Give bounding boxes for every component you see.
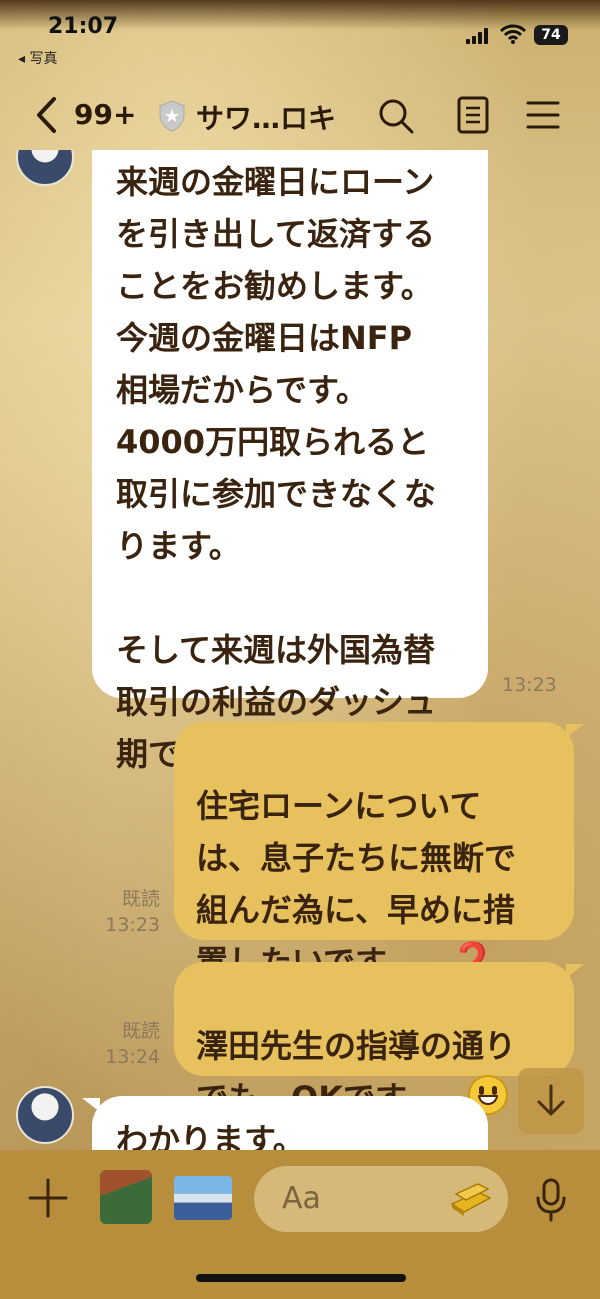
status-bar: 21:07 ◂ 写真 74 [0,0,600,80]
wifi-icon [500,24,526,44]
read-label: 既読 [121,888,160,910]
message-time: 13:23 [502,674,557,696]
mic-icon[interactable] [534,1178,568,1222]
recent-sticker-character[interactable] [100,1170,152,1224]
arrow-down-icon [537,1084,565,1116]
gold-bar-sticker-icon[interactable] [448,1178,494,1220]
message-bubble-incoming[interactable]: わかります。 [92,1096,488,1150]
plus-icon[interactable] [28,1178,68,1218]
bubble-tail [566,724,584,738]
message-time: 13:23 [105,914,160,936]
back-chevron-icon[interactable] [34,96,60,134]
avatar[interactable] [16,150,74,186]
message-bubble-outgoing[interactable]: 住宅ローンについて は、息子たちに無断で 組んだ為に、早めに措 置したいです。。… [174,722,574,987]
chat-header: 99+ サワ…ロキ [0,80,600,150]
unread-count[interactable]: 99+ [74,98,136,131]
menu-icon[interactable] [526,100,560,130]
message-time: 13:24 [105,1046,160,1068]
home-indicator [196,1274,406,1282]
search-icon[interactable] [376,96,416,136]
message-bubble-incoming[interactable]: 来週の金曜日にローン を引き出して返済する ことをお勧めします。 今週の金曜日は… [92,150,488,773]
scroll-to-bottom-button[interactable] [518,1068,584,1134]
recent-sticker-photo[interactable] [174,1176,232,1220]
message-list[interactable]: 来週の金曜日にローン を引き出して返済する ことをお勧めします。 今週の金曜日は… [0,150,600,1150]
read-receipt: 既読 13:23 [88,886,160,938]
shield-icon [159,100,185,132]
read-receipt: 既読 13:24 [88,1018,160,1070]
status-time: 21:07 [48,14,119,39]
read-label: 既読 [121,1020,160,1042]
bubble-tail [566,964,584,978]
input-bar: Aa [0,1150,600,1299]
battery-indicator: 74 [534,25,568,45]
back-to-app-link[interactable]: ◂ 写真 [18,48,57,68]
chat-title[interactable]: サワ…ロキ [196,97,336,137]
notes-icon[interactable] [456,96,490,134]
message-bubble-outgoing[interactable]: 澤田先生の指導の通り でも、OKです。。。 [174,962,574,1117]
avatar[interactable] [16,1086,74,1144]
cellular-signal-icon [466,28,488,44]
